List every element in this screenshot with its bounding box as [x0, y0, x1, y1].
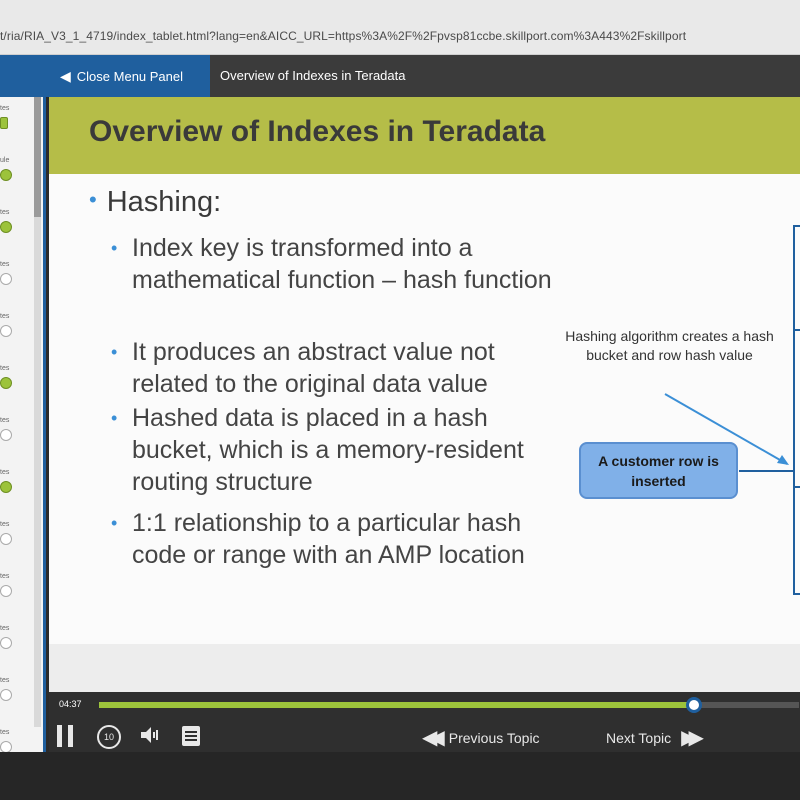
double-chevron-left-icon: ◀◀	[422, 727, 445, 749]
notes-button[interactable]	[182, 726, 200, 746]
player-controls: 04:37 10 ◀◀ Previous Topic Next Topic ▶▶	[49, 692, 800, 752]
pause-button[interactable]	[57, 725, 75, 747]
hashing-diagram	[664, 225, 800, 595]
completion-status-icon	[0, 221, 12, 233]
browser-address-bar[interactable]: t/ria/RIA_V3_1_4719/index_tablet.html?la…	[0, 0, 800, 55]
rail-item-label: tes	[0, 625, 10, 632]
replay-icon: 10	[103, 732, 114, 742]
speaker-icon	[141, 727, 158, 743]
completion-status-icon	[0, 273, 12, 285]
slide-footer	[49, 644, 800, 692]
rail-item-label: tes	[0, 209, 10, 216]
completion-status-icon	[0, 481, 12, 493]
course-header: ◀ Close Menu Panel Overview of Indexes i…	[0, 55, 800, 97]
previous-topic-button[interactable]: ◀◀ Previous Topic	[422, 725, 540, 750]
slide: Overview of Indexes in Teradata • Hashing…	[49, 97, 800, 692]
completion-status-icon	[0, 585, 12, 597]
close-menu-panel-button[interactable]: ◀ Close Menu Panel	[0, 55, 210, 97]
progress-track[interactable]	[99, 697, 799, 713]
topic-title: Overview of Indexes in Teradata	[220, 68, 406, 83]
notes-icon	[185, 739, 197, 741]
completion-status-icon	[0, 533, 12, 545]
next-topic-label: Next Topic	[606, 729, 672, 746]
replay-10-button[interactable]: 10	[97, 725, 121, 749]
notes-icon	[185, 735, 197, 737]
completion-status-icon	[0, 117, 8, 129]
elapsed-time: 04:37	[59, 699, 82, 709]
completion-status-icon	[0, 637, 12, 649]
rail-item-label: tes	[0, 729, 10, 736]
rail-item-label: tes	[0, 417, 10, 424]
previous-topic-label: Previous Topic	[448, 729, 540, 746]
close-menu-label: Close Menu Panel	[76, 68, 184, 84]
slide-title-bar: Overview of Indexes in Teradata	[49, 97, 800, 174]
rail-scroll-thumb[interactable]	[34, 97, 41, 217]
completion-status-icon	[0, 169, 12, 181]
rail-item-label: tes	[0, 521, 10, 528]
pause-icon	[68, 725, 73, 747]
rail-item-label: tes	[0, 573, 10, 580]
url-text[interactable]: t/ria/RIA_V3_1_4719/index_tablet.html?la…	[0, 29, 686, 43]
slide-title: Overview of Indexes in Teradata	[89, 115, 546, 148]
progress-knob[interactable]	[686, 697, 702, 713]
completion-status-icon	[0, 689, 12, 701]
double-chevron-right-icon: ▶▶	[681, 727, 704, 749]
menu-panel-rail: tes ule tes tes tes tes tes tes tes tes tes tes tes	[0, 97, 46, 753]
customer-row-box: A customer row is inserted	[579, 442, 738, 499]
rail-item-label: tes	[0, 365, 10, 372]
next-topic-button[interactable]: Next Topic ▶▶	[606, 725, 704, 750]
rail-item-label: ule	[0, 157, 10, 164]
completion-status-icon	[0, 325, 12, 337]
completion-status-icon	[0, 429, 12, 441]
slide-body: • Hashing: • Index key is transformed into…	[49, 174, 800, 644]
bottom-strip	[0, 752, 800, 800]
pause-icon	[57, 725, 62, 747]
completion-status-icon	[0, 377, 12, 389]
rail-item-label: tes	[0, 313, 10, 320]
rail-item-label: tes	[0, 261, 10, 268]
amp-bracket	[793, 225, 800, 595]
progress-fill	[99, 702, 694, 708]
notes-icon	[185, 731, 197, 733]
rail-item-label: tes	[0, 469, 10, 476]
volume-button[interactable]	[139, 724, 161, 751]
chevron-left-icon: ◀	[60, 67, 71, 84]
rail-item-label: tes	[0, 677, 10, 684]
rail-scrollbar[interactable]	[34, 97, 41, 727]
rail-item-label: tes	[0, 105, 10, 112]
app-window: t/ria/RIA_V3_1_4719/index_tablet.html?la…	[0, 0, 800, 800]
